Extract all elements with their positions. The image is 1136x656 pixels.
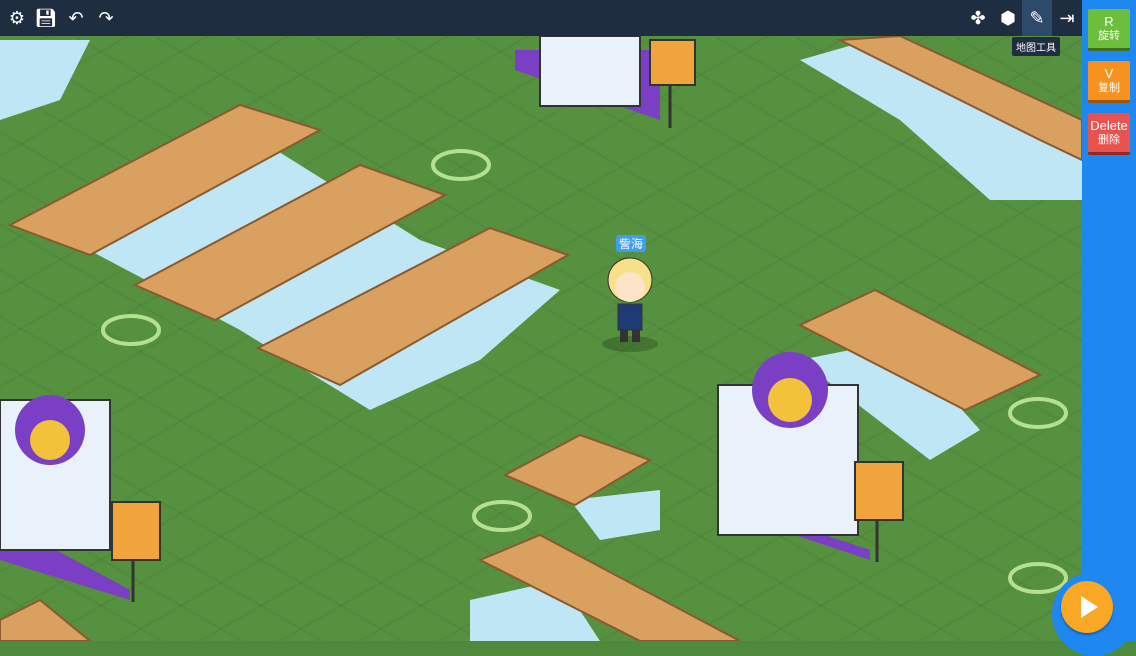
delete-label: 删除 bbox=[1098, 134, 1120, 146]
redo-icon[interactable]: ↷ bbox=[91, 0, 121, 36]
delete-button[interactable]: Delete 删除 bbox=[1088, 113, 1130, 155]
save-icon[interactable]: 💾︎ bbox=[31, 0, 61, 36]
cube-icon[interactable]: ⬢ bbox=[993, 0, 1023, 36]
map-tool-icon[interactable]: ✎ bbox=[1022, 0, 1052, 36]
gear-icon[interactable]: ⚙ bbox=[2, 0, 32, 36]
rotate-button[interactable]: R 旋转 bbox=[1088, 9, 1130, 51]
rotate-key: R bbox=[1104, 14, 1114, 29]
copy-key: V bbox=[1104, 66, 1114, 81]
play-button[interactable] bbox=[1061, 581, 1113, 633]
copy-label: 复制 bbox=[1098, 82, 1120, 94]
right-panel: R 旋转 V 复制 Delete 删除 bbox=[1082, 0, 1136, 641]
exit-icon[interactable]: ⇥ bbox=[1052, 0, 1082, 36]
player-character[interactable] bbox=[600, 252, 660, 352]
map-scene bbox=[0, 34, 1082, 641]
delete-key: Delete bbox=[1090, 118, 1128, 133]
top-toolbar: ⚙ 💾︎ ↶ ↷ ✤ ⬢ ✎ ⇥ bbox=[0, 0, 1082, 36]
copy-button[interactable]: V 复制 bbox=[1088, 61, 1130, 103]
map-tool-tooltip: 地图工具 bbox=[1012, 37, 1060, 56]
game-map[interactable]: 訾海 bbox=[0, 0, 1082, 641]
grid-icon[interactable]: ✤ bbox=[963, 0, 993, 36]
teleport-machine bbox=[515, 35, 696, 128]
rotate-label: 旋转 bbox=[1098, 30, 1120, 42]
player-name-label: 訾海 bbox=[616, 235, 647, 252]
undo-icon[interactable]: ↶ bbox=[61, 0, 91, 36]
teleport-machine bbox=[0, 395, 161, 602]
